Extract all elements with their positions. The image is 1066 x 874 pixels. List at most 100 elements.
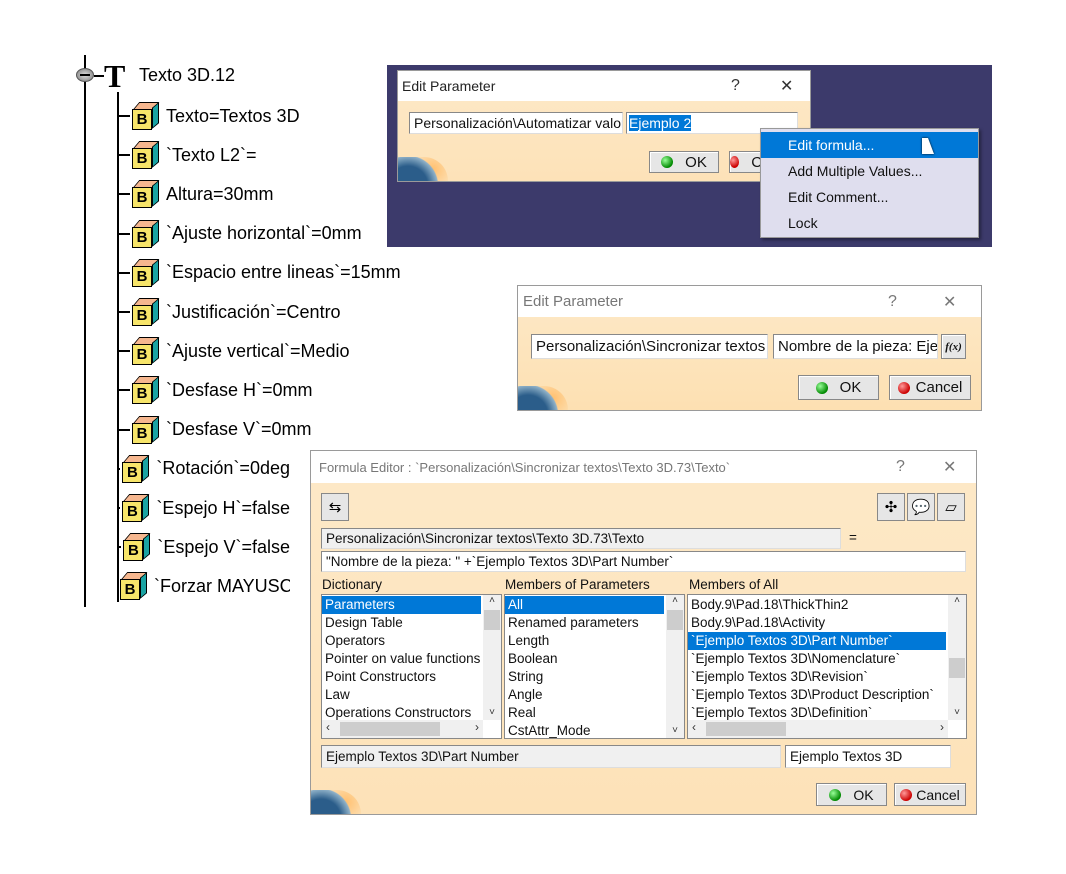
list-item[interactable]: Body.9\Pad.18\ThickThin2 bbox=[688, 596, 946, 614]
help-button[interactable]: ? bbox=[731, 77, 740, 95]
horizontal-scrollbar[interactable]: ‹ › bbox=[688, 720, 948, 738]
menu-edit-formula[interactable]: Edit formula... bbox=[761, 132, 978, 158]
tree-connector bbox=[118, 428, 130, 431]
incremental-icon[interactable]: ⇆ bbox=[321, 493, 349, 521]
cancel-button[interactable]: Cancel bbox=[889, 375, 971, 400]
ok-button[interactable]: OK bbox=[798, 375, 879, 400]
tree-item[interactable]: B `Texto L2`= bbox=[118, 140, 257, 170]
tree-item[interactable]: B `Ajuste vertical`=Medio bbox=[118, 336, 350, 366]
close-button[interactable]: ✕ bbox=[780, 76, 793, 96]
tree-item[interactable]: B `Espejo V`=false bbox=[118, 532, 290, 562]
list-item[interactable]: `Ejemplo Textos 3D\Part Number` bbox=[688, 632, 946, 650]
list-item[interactable]: Renamed parameters bbox=[505, 614, 664, 632]
vertical-scrollbar[interactable]: ˄ ˅ bbox=[666, 595, 684, 738]
parameter-icon: B bbox=[130, 258, 160, 288]
tree-item-label: Altura=30mm bbox=[166, 183, 274, 204]
help-button[interactable]: ? bbox=[888, 293, 897, 311]
list-item[interactable]: Real bbox=[505, 704, 664, 722]
vertical-scrollbar[interactable]: ˄ ˅ bbox=[483, 595, 501, 720]
tree-item[interactable]: B `Espacio entre lineas`=15mm bbox=[118, 258, 401, 288]
tree-connector bbox=[118, 350, 130, 353]
edit-parameter-dialog: Edit Parameter ? ✕ Personalización\Autom… bbox=[397, 70, 811, 182]
dialog-title: Formula Editor : `Personalización\Sincro… bbox=[319, 459, 731, 475]
formula-input[interactable]: "Nombre de la pieza: " +`Ejemplo Textos … bbox=[321, 551, 966, 572]
mouse-cursor-icon bbox=[922, 138, 934, 154]
list-item[interactable]: Law bbox=[322, 686, 481, 704]
eraser-icon[interactable]: ▱ bbox=[937, 493, 965, 521]
parameter-icon: B bbox=[130, 336, 160, 366]
comment-icon[interactable]: 💬 bbox=[907, 493, 935, 521]
explore-icon[interactable]: ✣ bbox=[877, 493, 905, 521]
tree-item-label: `Justificación`=Centro bbox=[166, 301, 341, 322]
edit-parameter-dialog-2: Edit Parameter ? ✕ Personalización\Sincr… bbox=[517, 285, 982, 411]
tree-item[interactable]: B `Forzar MAYUSCULAS` bbox=[118, 571, 290, 601]
tree-item[interactable]: B `Espejo H`=false bbox=[118, 493, 290, 523]
context-menu: Edit formula... Add Multiple Values... E… bbox=[760, 128, 979, 238]
tree-connector bbox=[118, 154, 130, 157]
list-item[interactable]: Angle bbox=[505, 686, 664, 704]
tree-root[interactable]: Texto 3D.12 bbox=[139, 65, 235, 86]
parameter-path-field: Personalización\Sincronizar textos\Texto… bbox=[321, 528, 841, 549]
dictionary-list[interactable]: Parameters Design Table Operators Pointer o… bbox=[321, 594, 502, 739]
formula-fx-button[interactable]: f(x) bbox=[941, 334, 966, 359]
tree-item[interactable]: B `Justificación`=Centro bbox=[118, 297, 341, 327]
cancel-button[interactable]: Cancel bbox=[894, 783, 966, 806]
ok-button[interactable]: OK bbox=[649, 151, 719, 173]
tree-item-label: `Espejo V`=false bbox=[157, 536, 290, 557]
list-item[interactable]: `Ejemplo Textos 3D\Nomenclature` bbox=[688, 650, 946, 668]
members-all-list[interactable]: Body.9\Pad.18\ThickThin2 Body.9\Pad.18\Ac… bbox=[687, 594, 967, 739]
text-3d-icon: T bbox=[104, 58, 126, 94]
tree-item[interactable]: B `Desfase V`=0mm bbox=[118, 415, 312, 445]
menu-lock[interactable]: Lock bbox=[761, 210, 978, 236]
tree-item-label: `Texto L2`= bbox=[166, 144, 257, 165]
members-params-list[interactable]: All Renamed parameters Length Boolean String… bbox=[504, 594, 685, 739]
selected-member-field: Ejemplo Textos 3D\Part Number bbox=[321, 745, 781, 768]
parameter-name-field[interactable]: Personalización\Automatizar valores bbox=[409, 112, 623, 134]
vertical-scrollbar[interactable]: ˄ ˅ bbox=[948, 595, 966, 720]
list-item[interactable]: Pointer on value functions bbox=[322, 650, 481, 668]
tree-item[interactable]: B Altura=30mm bbox=[118, 179, 274, 209]
tree-connector bbox=[118, 232, 130, 235]
tree-item-label: `Ajuste horizontal`=0mm bbox=[166, 223, 362, 244]
horizontal-scrollbar[interactable]: ‹ › bbox=[322, 720, 483, 738]
tree-connector bbox=[118, 311, 130, 313]
list-item[interactable]: Operators bbox=[322, 632, 481, 650]
close-button[interactable]: ✕ bbox=[943, 292, 956, 312]
tree-line bbox=[84, 55, 86, 607]
tree-item[interactable]: B Texto=Textos 3D bbox=[118, 101, 300, 131]
tree-item[interactable]: B `Rotación`=0deg bbox=[118, 454, 290, 484]
formula-editor-dialog: Formula Editor : `Personalización\Sincro… bbox=[310, 450, 977, 815]
collapse-toggle[interactable] bbox=[76, 68, 94, 82]
close-button[interactable]: ✕ bbox=[943, 457, 956, 477]
list-item[interactable]: CstAttr_Mode bbox=[505, 722, 664, 738]
list-item[interactable]: All bbox=[505, 596, 664, 614]
list-item[interactable]: `Ejemplo Textos 3D\Product Description` bbox=[688, 686, 946, 704]
menu-edit-comment[interactable]: Edit Comment... bbox=[761, 184, 978, 210]
ok-button[interactable]: OK bbox=[816, 783, 887, 806]
parameter-icon: B bbox=[120, 493, 150, 523]
equals-sign: = bbox=[849, 530, 857, 545]
list-item[interactable]: Boolean bbox=[505, 650, 664, 668]
tree-connector bbox=[118, 115, 130, 117]
menu-add-multiple-values[interactable]: Add Multiple Values... bbox=[761, 158, 978, 184]
dialog-title: Edit Parameter bbox=[523, 293, 624, 310]
tree-item[interactable]: B `Ajuste horizontal`=0mm bbox=[118, 219, 372, 249]
parameter-icon: B bbox=[130, 140, 160, 170]
list-item[interactable]: String bbox=[505, 668, 664, 686]
globe-icon bbox=[398, 157, 448, 181]
list-item[interactable]: Design Table bbox=[322, 614, 481, 632]
tree-item-label: Texto=Textos 3D bbox=[166, 105, 300, 126]
members-params-label: Members of Parameters bbox=[505, 577, 650, 592]
parameter-value-field[interactable]: Nombre de la pieza: Ejemplo Textos 3D bbox=[773, 334, 938, 359]
list-item[interactable]: Length bbox=[505, 632, 664, 650]
list-item[interactable]: `Ejemplo Textos 3D\Revision` bbox=[688, 668, 946, 686]
list-item[interactable]: Body.9\Pad.18\Activity bbox=[688, 614, 946, 632]
tree-item-label: `Espejo H`=false bbox=[156, 497, 290, 518]
parameter-name-field[interactable]: Personalización\Sincronizar textos bbox=[531, 334, 768, 359]
list-item[interactable]: Parameters bbox=[322, 596, 481, 614]
dialog-title: Edit Parameter bbox=[402, 78, 496, 94]
tree-item[interactable]: B `Desfase H`=0mm bbox=[118, 375, 313, 405]
parameter-icon: B bbox=[118, 571, 148, 601]
list-item[interactable]: Point Constructors bbox=[322, 668, 481, 686]
help-button[interactable]: ? bbox=[896, 458, 905, 476]
